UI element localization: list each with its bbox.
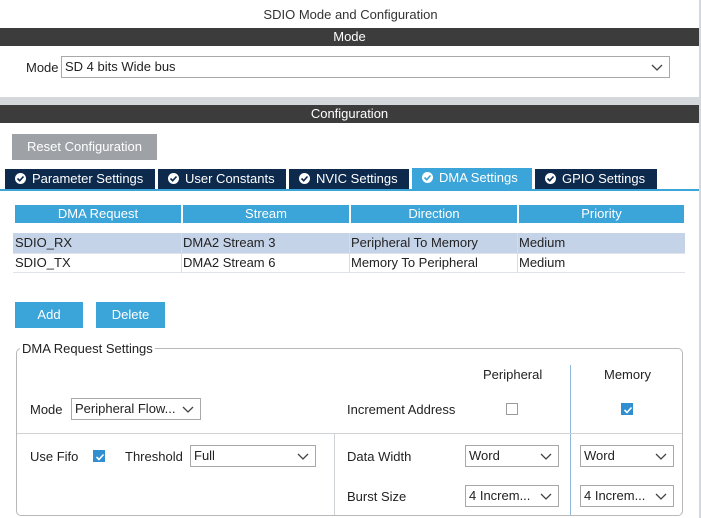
chevron-down-icon xyxy=(655,493,667,500)
peripheral-column-header: Peripheral xyxy=(483,367,543,382)
checkmark-icon xyxy=(95,453,105,461)
column-divider xyxy=(334,433,335,515)
dma-request-settings-legend: DMA Request Settings xyxy=(20,341,155,356)
tab-label: DMA Settings xyxy=(439,170,518,185)
table-header-priority[interactable]: Priority xyxy=(519,205,684,223)
burst-size-peripheral-select[interactable]: 4 Increm... xyxy=(465,485,559,507)
window-title: SDIO Mode and Configuration xyxy=(263,7,438,22)
increment-address-label: Increment Address xyxy=(347,402,456,417)
mode-select-value: SD 4 bits Wide bus xyxy=(65,59,176,74)
check-circle-icon xyxy=(15,173,26,184)
check-circle-icon xyxy=(168,173,179,184)
mode-select[interactable]: SD 4 bits Wide bus xyxy=(61,56,670,78)
tab-nvic-settings[interactable]: NVIC Settings xyxy=(289,169,409,189)
use-fifo-checkbox[interactable] xyxy=(93,450,105,462)
check-circle-icon xyxy=(299,173,310,184)
tab-user-constants[interactable]: User Constants xyxy=(158,169,286,189)
table-cell: Peripheral To Memory xyxy=(351,235,478,250)
threshold-label: Threshold xyxy=(125,449,183,464)
section-divider xyxy=(0,97,699,105)
data-width-label: Data Width xyxy=(347,449,412,464)
tab-label: NVIC Settings xyxy=(316,171,398,186)
table-cell: SDIO_TX xyxy=(15,255,71,270)
threshold-select[interactable]: Full xyxy=(190,445,316,467)
increment-address-peripheral-checkbox[interactable] xyxy=(506,403,518,415)
mode-section-header: Mode xyxy=(0,28,699,46)
tab-dma-settings[interactable]: DMA Settings xyxy=(412,168,532,189)
increment-address-memory-checkbox[interactable] xyxy=(621,403,633,415)
tab-underline xyxy=(0,189,699,191)
add-button[interactable]: Add xyxy=(15,302,83,328)
chevron-down-icon xyxy=(182,406,194,413)
row-divider xyxy=(17,433,682,434)
dma-mode-select[interactable]: Peripheral Flow... xyxy=(71,398,201,420)
configuration-section-header: Configuration xyxy=(0,105,699,123)
table-cell: Medium xyxy=(519,235,566,250)
data-width-peripheral-select[interactable]: Word xyxy=(465,445,559,467)
table-header-dma-request[interactable]: DMA Request xyxy=(15,205,181,223)
check-circle-icon xyxy=(545,173,556,184)
check-circle-icon xyxy=(422,172,433,183)
burst-size-memory-value: 4 Increm... xyxy=(584,488,646,503)
table-cell: Medium xyxy=(519,255,566,270)
mode-label: Mode xyxy=(26,60,59,75)
burst-size-peripheral-value: 4 Increm... xyxy=(469,488,531,503)
chevron-down-icon xyxy=(651,64,663,71)
data-width-memory-select[interactable]: Word xyxy=(580,445,674,467)
column-separator xyxy=(570,365,571,515)
dma-mode-value: Peripheral Flow... xyxy=(75,401,176,416)
chevron-down-icon xyxy=(540,493,552,500)
chevron-down-icon xyxy=(540,453,552,460)
checkmark-icon xyxy=(623,406,633,414)
chevron-down-icon xyxy=(655,453,667,460)
burst-size-memory-select[interactable]: 4 Increm... xyxy=(580,485,674,507)
tab-label: GPIO Settings xyxy=(562,171,646,186)
reset-configuration-button[interactable]: Reset Configuration xyxy=(12,134,157,160)
memory-column-header: Memory xyxy=(604,367,651,382)
tab-gpio-settings[interactable]: GPIO Settings xyxy=(535,169,657,189)
threshold-value: Full xyxy=(194,448,215,463)
table-cell: DMA2 Stream 6 xyxy=(183,255,276,270)
chevron-down-icon xyxy=(297,453,309,460)
burst-size-label: Burst Size xyxy=(347,489,407,504)
table-cell: SDIO_RX xyxy=(15,235,73,250)
tab-label: User Constants xyxy=(185,171,275,186)
use-fifo-label: Use Fifo xyxy=(30,449,79,464)
table-header-stream[interactable]: Stream xyxy=(183,205,349,223)
data-width-memory-value: Word xyxy=(584,448,615,463)
table-cell: Memory To Peripheral xyxy=(351,255,478,270)
table-cell: DMA2 Stream 3 xyxy=(183,235,276,250)
delete-button[interactable]: Delete xyxy=(96,302,165,328)
tab-parameter-settings[interactable]: Parameter Settings xyxy=(5,169,155,189)
dma-mode-label: Mode xyxy=(30,402,63,417)
tab-label: Parameter Settings xyxy=(32,171,144,186)
table-header-direction[interactable]: Direction xyxy=(351,205,517,223)
data-width-peripheral-value: Word xyxy=(469,448,500,463)
